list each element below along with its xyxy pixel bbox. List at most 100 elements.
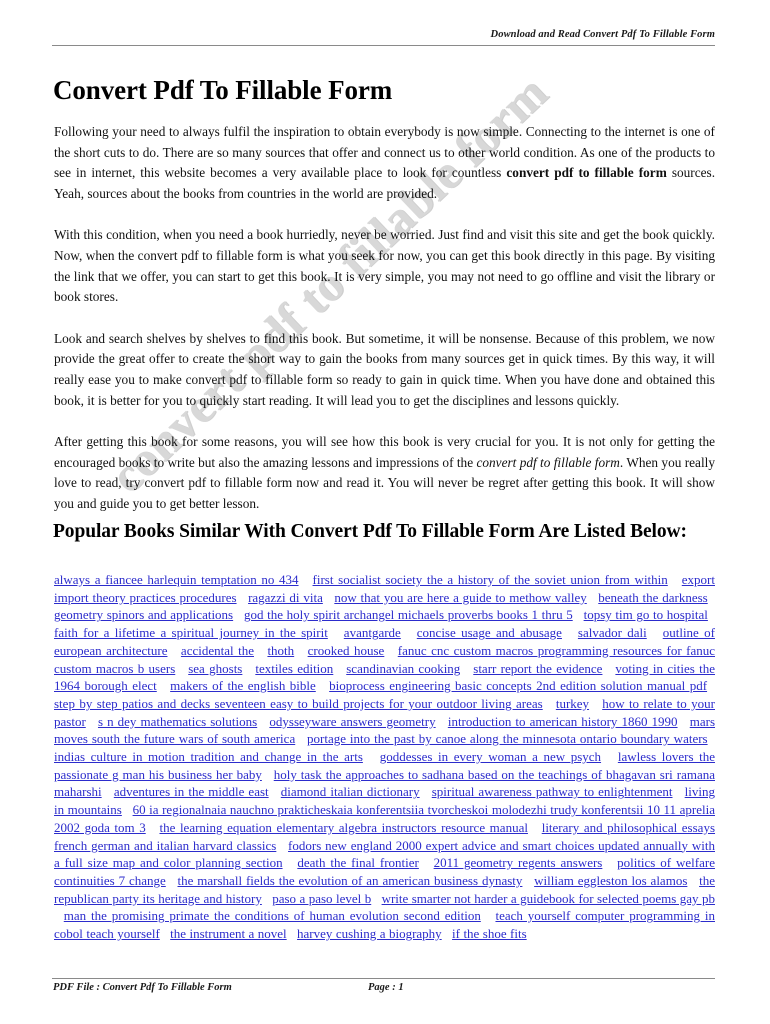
book-link[interactable]: man the promising primate the conditions…: [64, 908, 481, 923]
book-link[interactable]: faith for a lifetime a spiritual journey…: [54, 625, 328, 640]
page-footer: PDF File : Convert Pdf To Fillable Form …: [53, 982, 716, 998]
book-link[interactable]: now that you are here a guide to methow …: [334, 590, 586, 605]
book-link[interactable]: paso a paso level b: [272, 891, 371, 906]
book-link[interactable]: always a fiancee harlequin temptation no…: [54, 572, 299, 587]
book-link[interactable]: the learning equation elementary algebra…: [159, 820, 527, 835]
header-divider: [52, 45, 715, 46]
emphasis-bold: convert pdf to fillable form: [506, 165, 667, 181]
book-link[interactable]: textiles edition: [255, 661, 333, 676]
running-head: Download and Read Convert Pdf To Fillabl…: [490, 29, 715, 40]
book-link[interactable]: the marshall fields the evolution of an …: [178, 873, 523, 888]
book-link[interactable]: if the shoe fits: [452, 926, 527, 941]
book-link[interactable]: avantgarde: [344, 625, 401, 640]
link-separator: [562, 625, 578, 640]
book-link[interactable]: first socialist society the a history of…: [313, 572, 668, 587]
footer-divider: [52, 978, 715, 979]
link-separator: [323, 590, 334, 605]
book-link[interactable]: the instrument a novel: [170, 926, 287, 941]
book-link[interactable]: harvey cushing a biography: [297, 926, 442, 941]
link-separator: [371, 891, 381, 906]
book-link[interactable]: turkey: [556, 696, 589, 711]
link-separator: [708, 731, 715, 746]
link-separator: [237, 590, 248, 605]
link-separator: [527, 926, 534, 941]
book-link[interactable]: salvador dali: [578, 625, 647, 640]
book-link[interactable]: william eggleston los alamos: [534, 873, 687, 888]
link-separator: [294, 643, 307, 658]
link-separator: [573, 607, 584, 622]
book-link[interactable]: adventures in the middle east: [114, 784, 269, 799]
page-content: Download and Read Convert Pdf To Fillabl…: [0, 0, 770, 1024]
book-link[interactable]: crooked house: [308, 643, 385, 658]
book-link[interactable]: thoth: [267, 643, 294, 658]
link-separator: [384, 643, 397, 658]
footer-page-label: Page : 1: [368, 982, 404, 993]
link-separator: [328, 625, 344, 640]
link-separator: [589, 696, 602, 711]
link-separator: [86, 714, 98, 729]
body-text: Following your need to always fulfil the…: [54, 122, 715, 515]
link-separator: [420, 784, 432, 799]
footer-file-label: PDF File : Convert Pdf To Fillable Form: [53, 982, 232, 993]
book-link[interactable]: indias culture in motion tradition and c…: [54, 749, 363, 764]
link-separator: [602, 855, 617, 870]
link-separator: [673, 784, 685, 799]
link-separator: [262, 767, 274, 782]
link-separator: [287, 926, 297, 941]
link-separator: [122, 802, 133, 817]
link-separator: [269, 784, 281, 799]
link-separator: [160, 926, 170, 941]
body-paragraph: With this condition, when you need a boo…: [54, 225, 715, 307]
link-separator: [602, 661, 615, 676]
text-run: With this condition, when you need a boo…: [54, 227, 715, 305]
book-link[interactable]: sea ghosts: [188, 661, 242, 676]
book-link[interactable]: 2011 geometry regents answers: [434, 855, 603, 870]
body-paragraph: Look and search shelves by shelves to fi…: [54, 329, 715, 411]
book-link[interactable]: ragazzi di vita: [248, 590, 323, 605]
book-link[interactable]: god the holy spirit archangel michaels p…: [244, 607, 573, 622]
book-link[interactable]: beneath the darkness: [598, 590, 707, 605]
link-separator: [233, 607, 244, 622]
link-separator: [460, 661, 473, 676]
link-separator: [687, 873, 699, 888]
book-link[interactable]: step by step patios and decks seventeen …: [54, 696, 543, 711]
book-link[interactable]: diamond italian dictionary: [281, 784, 420, 799]
link-separator: [166, 873, 178, 888]
book-link[interactable]: odysseyware answers geometry: [269, 714, 435, 729]
book-link[interactable]: geometry spinors and applications: [54, 607, 233, 622]
link-separator: [587, 590, 598, 605]
book-link[interactable]: write smarter not harder a guidebook for…: [382, 891, 715, 906]
text-run: Look and search shelves by shelves to fi…: [54, 330, 715, 408]
emphasis-italic: convert pdf to fillable form: [476, 454, 620, 470]
book-link[interactable]: concise usage and abusage: [417, 625, 562, 640]
book-link[interactable]: spiritual awareness pathway to enlighten…: [432, 784, 673, 799]
link-separator: [257, 714, 269, 729]
link-separator: [708, 607, 715, 622]
book-link[interactable]: starr report the evidence: [473, 661, 602, 676]
book-link[interactable]: introduction to american history 1860 19…: [448, 714, 678, 729]
link-separator: [481, 908, 496, 923]
section-heading: Popular Books Similar With Convert Pdf T…: [53, 521, 687, 543]
link-separator: [146, 820, 160, 835]
related-books-link-list[interactable]: always a fiancee harlequin temptation no…: [54, 571, 715, 943]
book-link[interactable]: scandinavian cooking: [346, 661, 460, 676]
link-separator: [102, 784, 114, 799]
book-link[interactable]: goddesses in every woman a new psych: [380, 749, 601, 764]
book-link[interactable]: accidental the: [181, 643, 254, 658]
book-link[interactable]: bioprocess engineering basic concepts 2n…: [329, 678, 707, 693]
link-separator: [678, 714, 690, 729]
link-separator: [283, 855, 298, 870]
link-separator: [647, 625, 663, 640]
link-separator: [276, 838, 288, 853]
document-page: convert pdf to fillable form Download an…: [0, 0, 770, 1024]
link-separator: [708, 590, 715, 605]
link-separator: [442, 926, 452, 941]
book-link[interactable]: death the final frontier: [297, 855, 419, 870]
link-separator: [157, 678, 170, 693]
book-link[interactable]: makers of the english bible: [170, 678, 316, 693]
book-link[interactable]: portage into the past by canoe along the…: [307, 731, 708, 746]
link-separator: [54, 908, 64, 923]
book-link[interactable]: s n dey mathematics solutions: [98, 714, 257, 729]
book-link[interactable]: topsy tim go to hospital: [584, 607, 708, 622]
link-separator: [299, 572, 313, 587]
